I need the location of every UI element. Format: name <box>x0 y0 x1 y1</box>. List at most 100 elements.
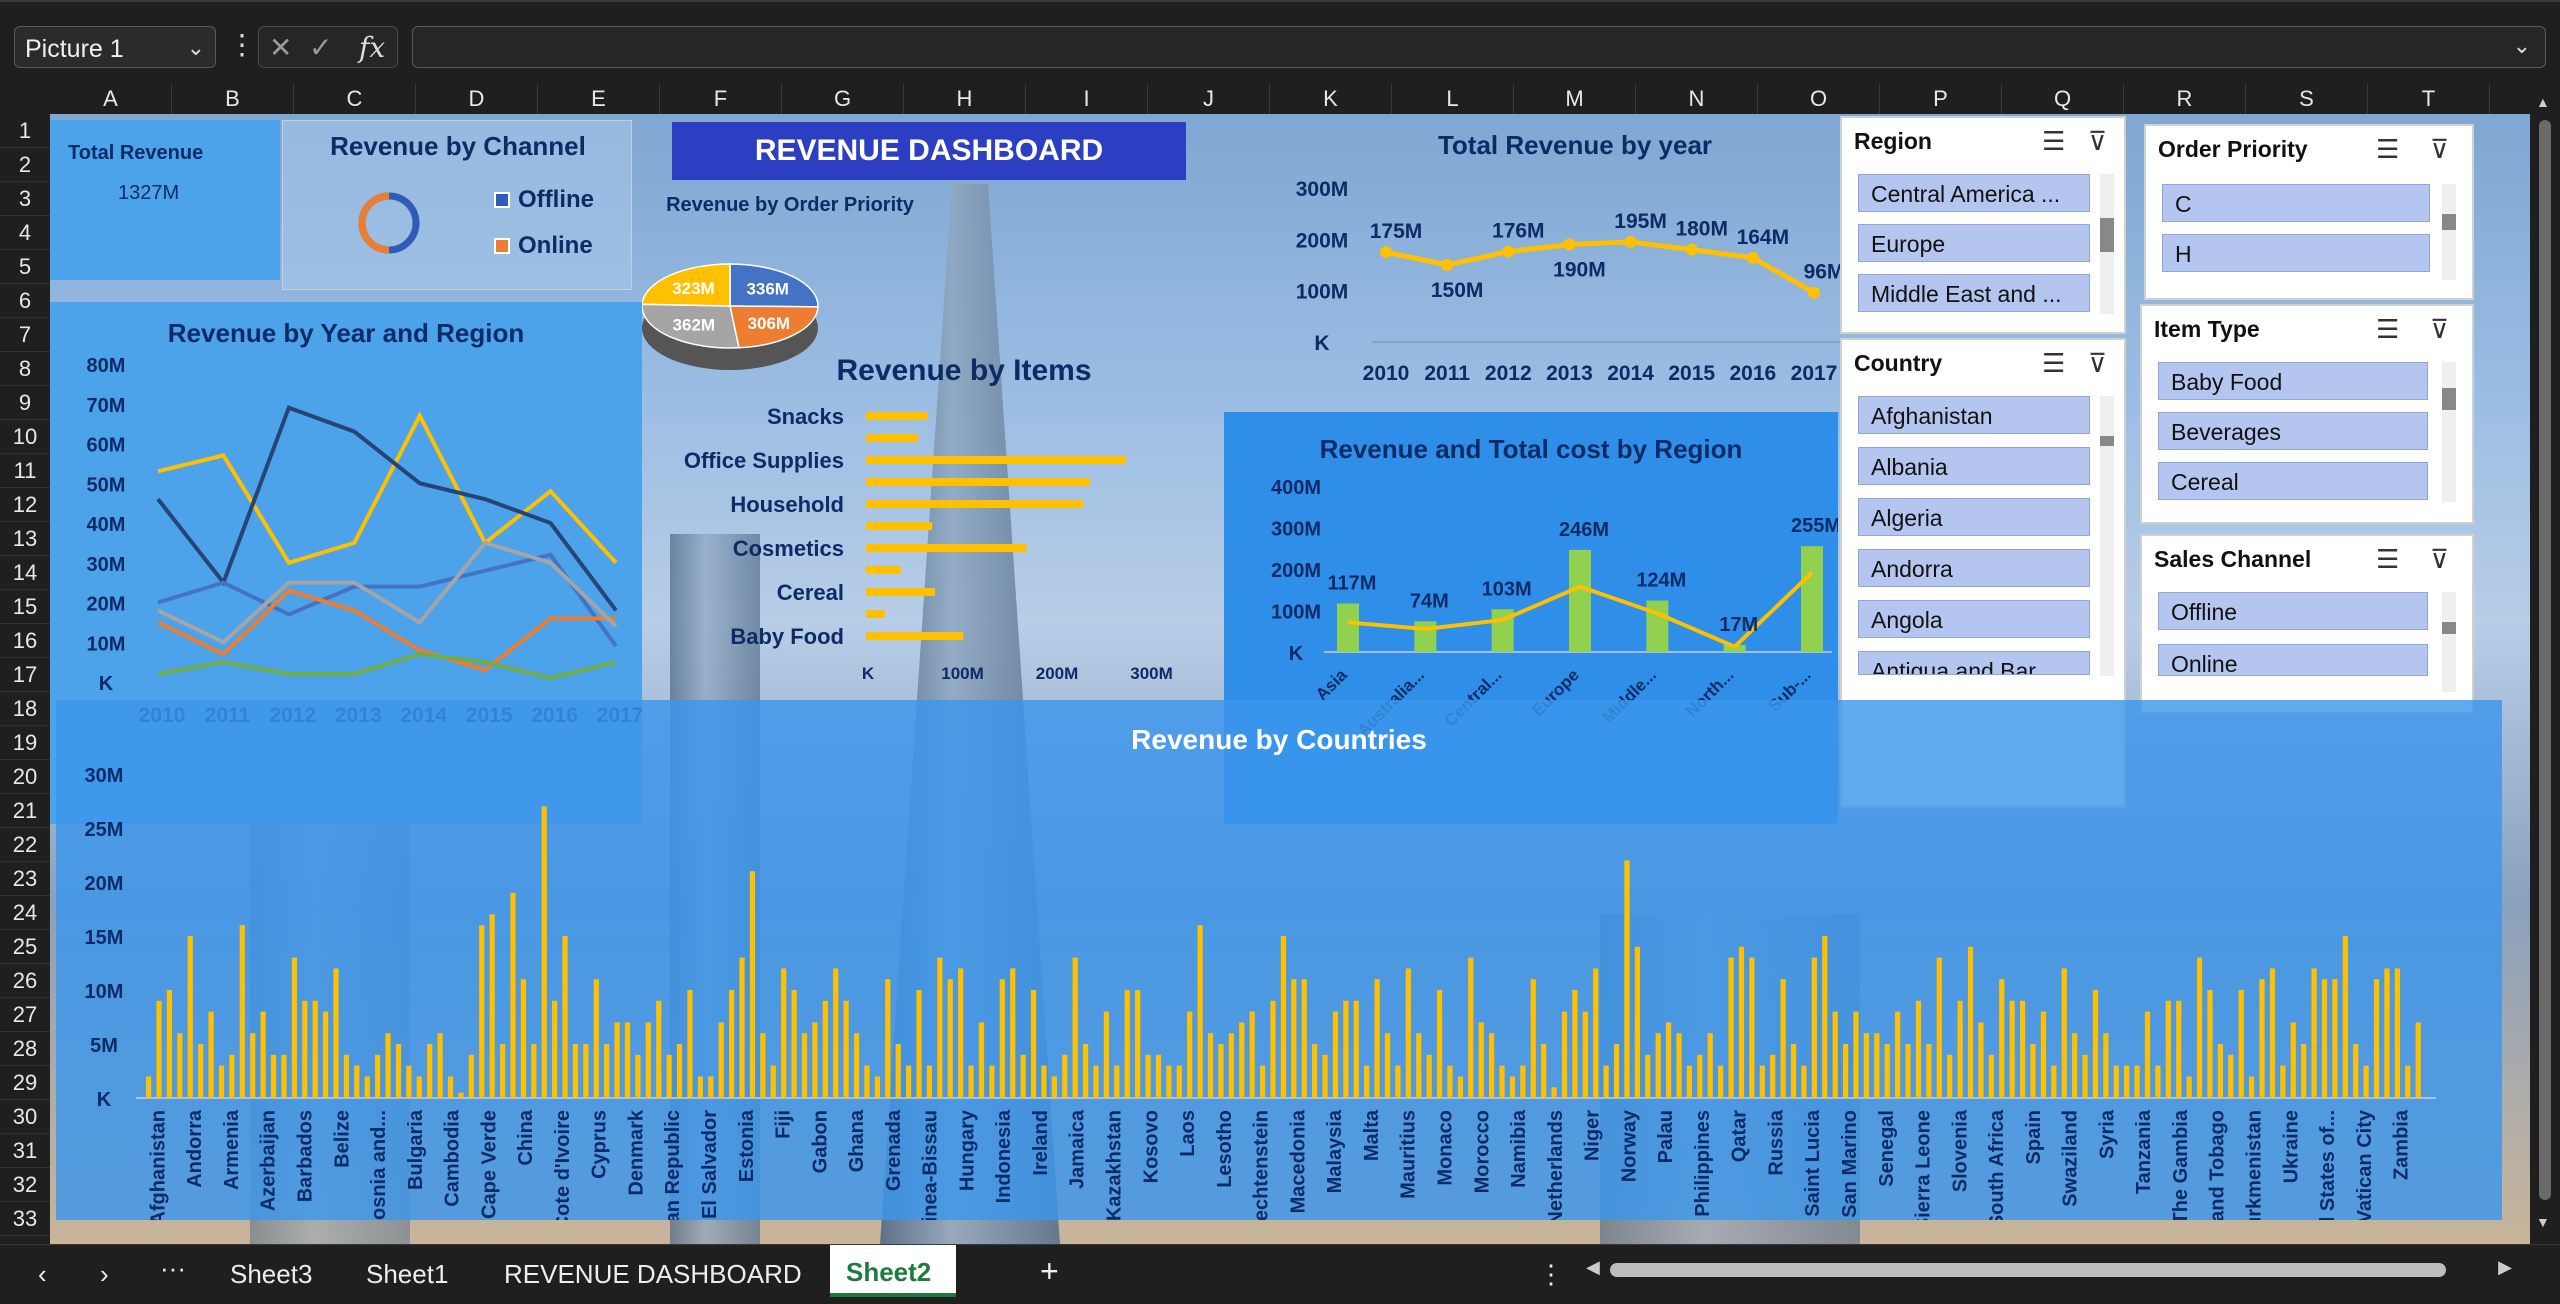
row-header-10[interactable]: 10 <box>0 420 50 454</box>
multi-select-icon[interactable]: ☰ <box>2042 126 2065 157</box>
tab-sheet2-active[interactable]: Sheet2 <box>830 1245 956 1297</box>
column-header-H[interactable]: H <box>904 84 1026 114</box>
clear-filter-icon[interactable]: ⊽ <box>2430 134 2449 165</box>
row-header-33[interactable]: 33 <box>0 1202 50 1236</box>
row-header-12[interactable]: 12 <box>0 488 50 522</box>
row-header-17[interactable]: 17 <box>0 658 50 692</box>
column-header-I[interactable]: I <box>1026 84 1148 114</box>
item-type-scrollbar[interactable] <box>2442 362 2456 502</box>
row-header-26[interactable]: 26 <box>0 964 50 998</box>
vertical-scrollbar[interactable]: ▲ ▼ <box>2530 84 2560 1244</box>
slicer-item-central-america[interactable]: Central America ... <box>1858 174 2090 212</box>
column-header-O[interactable]: O <box>1758 84 1880 114</box>
column-header-F[interactable]: F <box>660 84 782 114</box>
scroll-up-icon[interactable]: ▲ <box>2536 94 2550 110</box>
column-header-S[interactable]: S <box>2246 84 2368 114</box>
row-header-31[interactable]: 31 <box>0 1134 50 1168</box>
scroll-thumb[interactable] <box>2100 436 2114 446</box>
cancel-icon[interactable]: ✕ <box>269 31 292 64</box>
fx-icon[interactable]: fx <box>359 31 385 64</box>
clear-filter-icon[interactable]: ⊽ <box>2430 544 2449 575</box>
tab-revenue-dashboard[interactable]: REVENUE DASHBOARD <box>504 1259 802 1290</box>
multi-select-icon[interactable]: ☰ <box>2376 544 2399 575</box>
expand-formula-icon[interactable]: ⌄ <box>2513 33 2531 59</box>
row-header-1[interactable]: 1 <box>0 114 50 148</box>
scroll-right-icon[interactable]: ▶ <box>2498 1257 2512 1278</box>
scroll-thumb[interactable] <box>2442 388 2456 410</box>
clear-filter-icon[interactable]: ⊽ <box>2088 348 2107 379</box>
more-options-icon[interactable]: ⋮ <box>228 28 256 61</box>
row-header-3[interactable]: 3 <box>0 182 50 216</box>
column-header-A[interactable]: A <box>50 84 172 114</box>
column-header-Q[interactable]: Q <box>2002 84 2124 114</box>
formula-input[interactable]: ⌄ <box>412 26 2546 68</box>
scroll-down-icon[interactable]: ▼ <box>2536 1214 2550 1230</box>
column-header-M[interactable]: M <box>1514 84 1636 114</box>
order-priority-scrollbar[interactable] <box>2442 184 2456 280</box>
column-header-T[interactable]: T <box>2368 84 2490 114</box>
tab-sheet3[interactable]: Sheet3 <box>230 1259 312 1290</box>
slicer-item-europe[interactable]: Europe <box>1858 224 2090 262</box>
row-header-5[interactable]: 5 <box>0 250 50 284</box>
row-header-16[interactable]: 16 <box>0 624 50 658</box>
slicer-item-c[interactable]: C <box>2162 184 2430 222</box>
row-header-6[interactable]: 6 <box>0 284 50 318</box>
column-header-B[interactable]: B <box>172 84 294 114</box>
chevron-down-icon[interactable]: ⌄ <box>187 35 205 61</box>
row-header-15[interactable]: 15 <box>0 590 50 624</box>
name-box[interactable]: Picture 1 ⌄ <box>14 26 216 68</box>
column-header-C[interactable]: C <box>294 84 416 114</box>
slicer-item-antigua[interactable]: Antigua and Bar... <box>1858 651 2090 675</box>
row-header-19[interactable]: 19 <box>0 726 50 760</box>
scroll-thumb[interactable] <box>2442 622 2456 634</box>
slicer-item-andorra[interactable]: Andorra <box>1858 549 2090 587</box>
slicer-item-beverages[interactable]: Beverages <box>2158 412 2428 450</box>
row-header-32[interactable]: 32 <box>0 1168 50 1202</box>
row-header-21[interactable]: 21 <box>0 794 50 828</box>
slicer-item-algeria[interactable]: Algeria <box>1858 498 2090 536</box>
row-header-13[interactable]: 13 <box>0 522 50 556</box>
horizontal-scroll-thumb[interactable] <box>1610 1263 2446 1277</box>
multi-select-icon[interactable]: ☰ <box>2376 134 2399 165</box>
column-header-K[interactable]: K <box>1270 84 1392 114</box>
multi-select-icon[interactable]: ☰ <box>2376 314 2399 345</box>
row-header-4[interactable]: 4 <box>0 216 50 250</box>
column-header-L[interactable]: L <box>1392 84 1514 114</box>
row-header-25[interactable]: 25 <box>0 930 50 964</box>
slicer-item-h[interactable]: H <box>2162 234 2430 272</box>
row-header-23[interactable]: 23 <box>0 862 50 896</box>
add-sheet-icon[interactable]: + <box>1040 1253 1059 1290</box>
column-header-G[interactable]: G <box>782 84 904 114</box>
row-header-18[interactable]: 18 <box>0 692 50 726</box>
scroll-thumb[interactable] <box>2100 218 2114 252</box>
row-header-29[interactable]: 29 <box>0 1066 50 1100</box>
next-sheet-icon[interactable]: › <box>100 1259 109 1290</box>
column-header-E[interactable]: E <box>538 84 660 114</box>
vertical-scroll-thumb[interactable] <box>2539 120 2551 1200</box>
slicer-item-angola[interactable]: Angola <box>1858 600 2090 638</box>
column-header-D[interactable]: D <box>416 84 538 114</box>
clear-filter-icon[interactable]: ⊽ <box>2430 314 2449 345</box>
column-header-P[interactable]: P <box>1880 84 2002 114</box>
slicer-item-online[interactable]: Online <box>2158 644 2428 676</box>
row-header-14[interactable]: 14 <box>0 556 50 590</box>
prev-sheet-icon[interactable]: ‹ <box>38 1259 47 1290</box>
row-header-24[interactable]: 24 <box>0 896 50 930</box>
slicer-item-offline[interactable]: Offline <box>2158 592 2428 630</box>
row-header-8[interactable]: 8 <box>0 352 50 386</box>
row-header-9[interactable]: 9 <box>0 386 50 420</box>
column-header-N[interactable]: N <box>1636 84 1758 114</box>
slicer-item-afghanistan[interactable]: Afghanistan <box>1858 396 2090 434</box>
row-header-27[interactable]: 27 <box>0 998 50 1032</box>
multi-select-icon[interactable]: ☰ <box>2042 348 2065 379</box>
row-header-20[interactable]: 20 <box>0 760 50 794</box>
scroll-left-icon[interactable]: ◀ <box>1586 1257 1600 1278</box>
row-header-7[interactable]: 7 <box>0 318 50 352</box>
row-header-30[interactable]: 30 <box>0 1100 50 1134</box>
country-slicer-scrollbar[interactable] <box>2100 396 2114 676</box>
slicer-item-albania[interactable]: Albania <box>1858 447 2090 485</box>
horizontal-scrollbar[interactable]: ◀ ▶ <box>1580 1257 2516 1283</box>
scroll-thumb[interactable] <box>2442 214 2456 230</box>
enter-icon[interactable]: ✓ <box>309 31 332 64</box>
slicer-item-cereal[interactable]: Cereal <box>2158 462 2428 500</box>
